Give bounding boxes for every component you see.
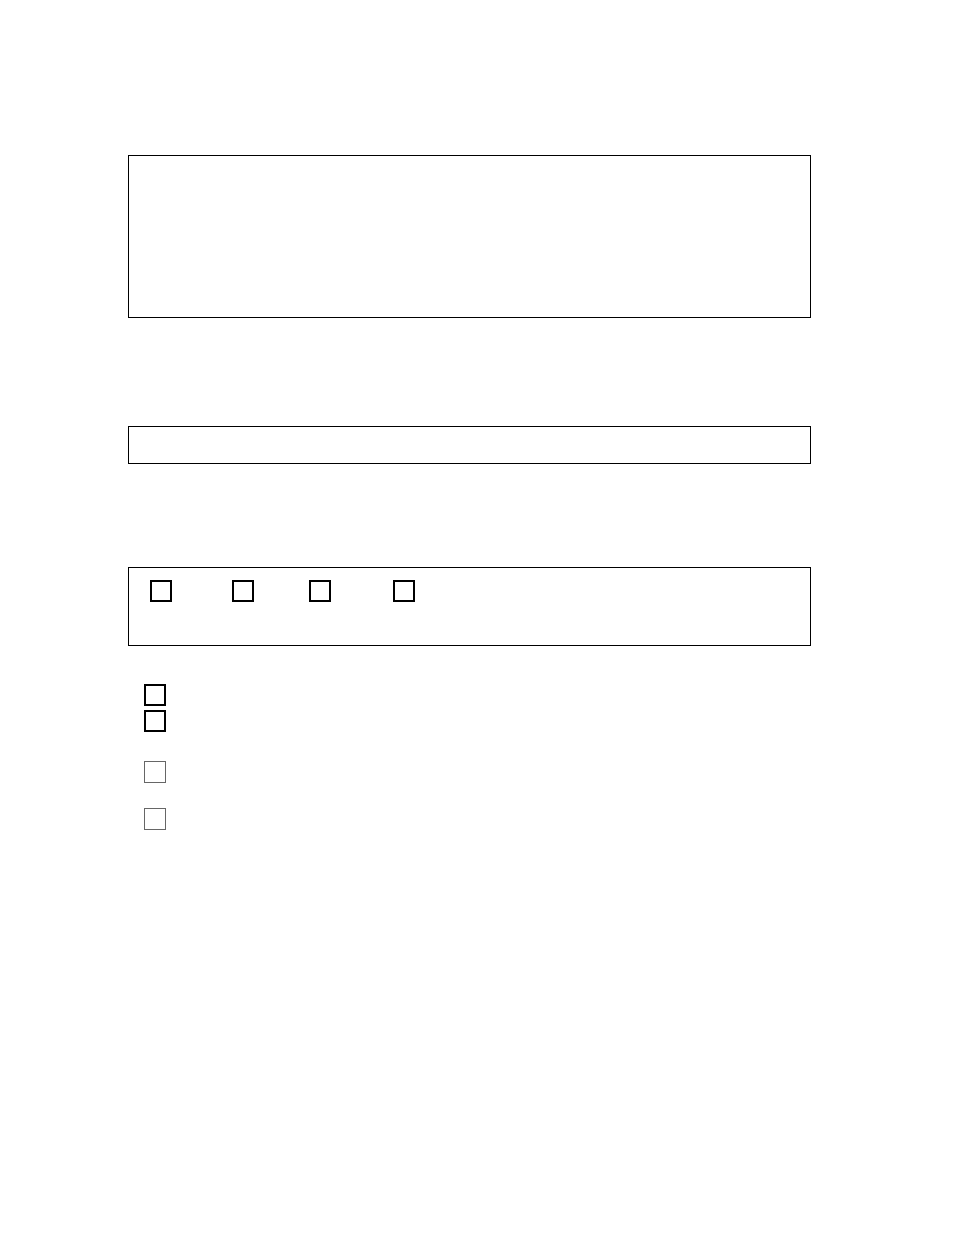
checkbox-col-2[interactable] xyxy=(144,710,166,732)
form-box-2 xyxy=(128,426,811,464)
checkbox-col-1[interactable] xyxy=(144,684,166,706)
checkbox-col-4[interactable] xyxy=(144,808,166,830)
form-box-1 xyxy=(128,155,811,318)
checkbox-col-3[interactable] xyxy=(144,761,166,783)
checkbox-row-4[interactable] xyxy=(393,580,415,602)
form-box-3 xyxy=(128,567,811,646)
checkbox-row-1[interactable] xyxy=(150,580,172,602)
checkbox-row-2[interactable] xyxy=(232,580,254,602)
checkbox-row-3[interactable] xyxy=(309,580,331,602)
